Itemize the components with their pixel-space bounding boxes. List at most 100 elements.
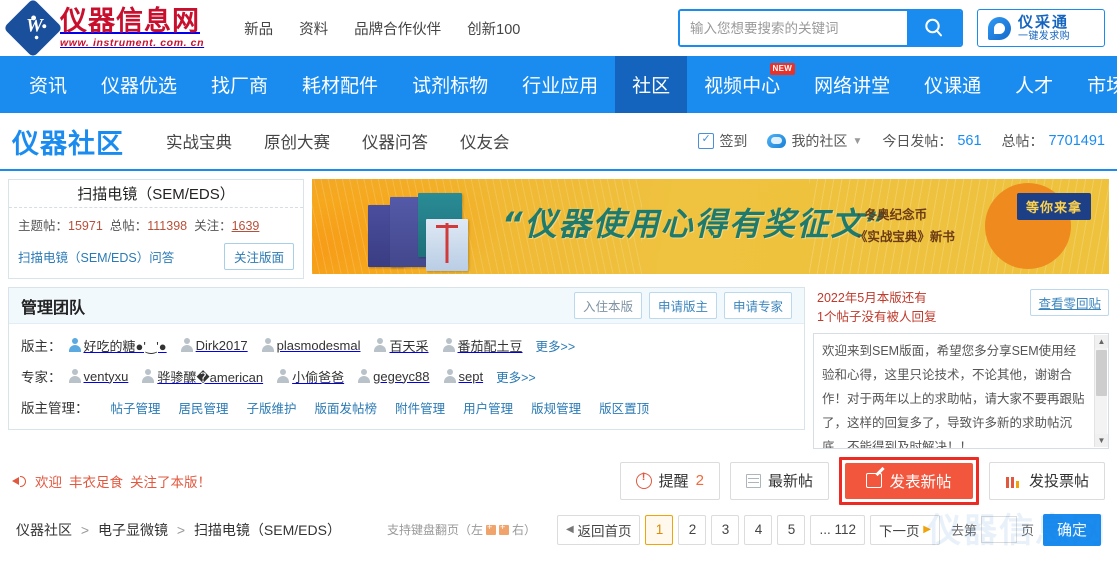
forum-title: 扫描电镜（SEM/EDS） [9, 180, 303, 208]
sub-nav-shizhanbaodian[interactable]: 实战宝典 [166, 129, 232, 153]
chevron-down-icon: ▼ [852, 135, 863, 147]
nav-item-yiqiyouxuan[interactable]: 仪器优选 [84, 56, 194, 113]
breadcrumb-community[interactable]: 仪器社区 [16, 522, 72, 538]
join-forum-button[interactable]: 入住本版 [573, 292, 642, 319]
moderator-link[interactable]: 番茄配土豆 [442, 336, 523, 355]
admin-link-pin-forum[interactable]: 版区置顶 [599, 398, 649, 417]
admin-link-resident-manage[interactable]: 居民管理 [179, 398, 229, 417]
search-box[interactable] [678, 9, 963, 47]
nav-item-shijibiaowu[interactable]: 试剂标物 [395, 56, 505, 113]
admin-row: 版主管理： 帖子管理 居民管理 子版维护 版面发帖榜 附件管理 用户管理 版规管… [21, 397, 792, 417]
action-buttons: 提醒 2 最新帖 发表新帖 发投票帖 [619, 456, 1105, 505]
sub-nav-yiqiwenda[interactable]: 仪器问答 [362, 129, 428, 153]
moderator-name: Dirk2017 [195, 337, 248, 353]
apply-expert-button[interactable]: 申请专家 [723, 292, 792, 319]
moderator-more-link[interactable]: 更多>> [536, 336, 576, 355]
caigou-button[interactable]: 仪采通 一键发求购 [977, 9, 1105, 47]
total-value: 111398 [147, 219, 188, 233]
top-link-brand-partner[interactable]: 品牌合作伙伴 [354, 18, 441, 39]
sub-nav-yuanchuangdasai[interactable]: 原创大赛 [264, 129, 330, 153]
promo-banner[interactable]: “仪器使用心得有奖征文” · 冬奥纪念币 ·《实战宝典》新书 等你来拿 [312, 179, 1109, 274]
page-last-button[interactable]: ... 112 [810, 514, 865, 545]
announcement-box[interactable]: 欢迎来到SEM版面，希望您多分享SEM使用经验和心得，这里只论技术，不论其他，谢… [813, 332, 1109, 449]
admin-link-post-ranking[interactable]: 版面发帖榜 [315, 398, 378, 417]
page-2-button[interactable]: 2 [678, 514, 707, 545]
search-button[interactable] [907, 11, 961, 45]
user-avatar-icon [261, 338, 275, 352]
page-4-button[interactable]: 4 [744, 514, 773, 545]
banner-bullet-1: · 冬奥纪念币 [857, 208, 928, 222]
expert-link[interactable]: sept [443, 369, 483, 384]
moderator-link[interactable]: 好吃的糖●'‿'● [68, 336, 167, 355]
nav-item-haocaipeijian[interactable]: 耗材配件 [285, 56, 395, 113]
forum-qa-link[interactable]: 扫描电镜（SEM/EDS）问答 [18, 247, 174, 266]
apply-moderator-button[interactable]: 申请版主 [648, 292, 717, 319]
nav-item-shipinzhongxin[interactable]: 视频中心 NEW [687, 56, 797, 113]
search-icon [925, 18, 942, 37]
site-logo[interactable]: W 仪器信息网 www. instrument. com. cn [3, 0, 205, 58]
user-avatar-icon [141, 369, 155, 383]
nav-item-hangyeyingyong[interactable]: 行业应用 [505, 56, 615, 113]
page-first-button[interactable]: ◀ 返回首页 [556, 514, 641, 545]
moderator-link[interactable]: 百天采 [373, 336, 429, 355]
page-5-button[interactable]: 5 [777, 514, 806, 545]
sub-nav: 仪器社区 实战宝典 原创大赛 仪器问答 仪友会 签到 我的社区 ▼ 今日发帖： … [0, 113, 1117, 171]
page-next-button[interactable]: 下一页 ▶ [869, 514, 940, 545]
nav-item-rencai[interactable]: 人才 [998, 56, 1070, 113]
expert-link[interactable]: 骅骖醾�american [141, 367, 263, 386]
scroll-up-icon[interactable]: ▲ [1095, 334, 1108, 348]
user-avatar-icon [68, 338, 82, 352]
expert-link[interactable]: 小偷爸爸 [276, 367, 344, 386]
scroll-down-icon[interactable]: ▼ [1095, 433, 1108, 447]
admin-link-rules-manage[interactable]: 版规管理 [531, 398, 581, 417]
admin-link-post-manage[interactable]: 帖子管理 [111, 398, 161, 417]
my-community-menu[interactable]: 我的社区 ▼ [767, 131, 862, 151]
pagination: ◀ 返回首页 1 2 3 4 5 ... 112 下一页 ▶ 去第 页 确定 [556, 513, 1101, 546]
list-icon [745, 473, 761, 488]
search-input[interactable] [680, 11, 907, 45]
keyboard-hint: 支持键盘翻页（左 右） [387, 521, 536, 538]
moderator-link[interactable]: plasmodesmal [261, 338, 360, 353]
top-link-innovation100[interactable]: 创新100 [467, 18, 520, 39]
nav-item-wangluojiangtang[interactable]: 网络讲堂 [797, 56, 907, 113]
page-first-label: 返回首页 [577, 523, 632, 539]
scrollbar-thumb[interactable] [1096, 349, 1107, 396]
nav-item-zixun[interactable]: 资讯 [12, 56, 84, 113]
post-new-thread-button[interactable]: 发表新帖 [844, 462, 973, 499]
follow-forum-button[interactable]: 关注版面 [223, 243, 294, 270]
sign-in-button[interactable]: 签到 [698, 131, 747, 151]
moderator-row: 版主： 好吃的糖●'‿'● Dirk2017 plasmodesmal 百天采 … [21, 335, 792, 355]
breadcrumb-sem-eds[interactable]: 扫描电镜（SEM/EDS） [194, 522, 341, 538]
admin-link-attachment-manage[interactable]: 附件管理 [395, 398, 445, 417]
goto-confirm-button[interactable]: 确定 [1042, 513, 1101, 546]
breadcrumb-electron-microscope[interactable]: 电子显微镜 [98, 522, 168, 538]
logo-title: 仪器信息网 [60, 5, 200, 37]
content-area: 扫描电镜（SEM/EDS） 主题帖：15971 总帖：111398 关注：163… [0, 179, 1117, 552]
post-poll-button[interactable]: 发投票帖 [988, 461, 1105, 500]
keyboard-hint-post: 右） [511, 523, 536, 537]
page-3-button[interactable]: 3 [711, 514, 740, 545]
expert-more-link[interactable]: 更多>> [496, 367, 536, 386]
nav-item-shequ[interactable]: 社区 [615, 56, 688, 113]
moderator-link[interactable]: Dirk2017 [180, 338, 248, 353]
expert-link[interactable]: gegeyc88 [357, 369, 430, 384]
goto-page-input[interactable] [980, 516, 1017, 543]
nav-item-zhaochangshang[interactable]: 找厂商 [194, 56, 285, 113]
view-zero-reply-button[interactable]: 查看零回贴 [1030, 289, 1109, 316]
admin-link-subforum-maintain[interactable]: 子版维护 [247, 398, 297, 417]
expert-link[interactable]: ventyxu [68, 369, 128, 384]
page-1-button[interactable]: 1 [645, 514, 674, 545]
reminder-button[interactable]: 提醒 2 [619, 461, 720, 500]
follow-count-link[interactable]: 1639 [232, 219, 260, 233]
announcement-scrollbar[interactable]: ▲ ▼ [1094, 334, 1108, 447]
sign-in-label: 签到 [719, 133, 748, 149]
logo-url: www. instrument. com. cn [60, 36, 205, 49]
top-link-xinpin[interactable]: 新品 [244, 18, 273, 39]
nav-item-shichangdiaoyan[interactable]: 市场调研 [1070, 56, 1117, 113]
nav-item-yiketong[interactable]: 仪课通 [907, 56, 998, 113]
top-link-ziliao[interactable]: 资料 [299, 18, 328, 39]
latest-posts-button[interactable]: 最新帖 [729, 461, 829, 500]
announcement-header: 2022年5月本版还有 1个帖子没有被人回复 查看零回贴 [813, 287, 1109, 333]
sub-nav-yiyouhui[interactable]: 仪友会 [460, 129, 510, 153]
admin-link-user-manage[interactable]: 用户管理 [463, 398, 513, 417]
